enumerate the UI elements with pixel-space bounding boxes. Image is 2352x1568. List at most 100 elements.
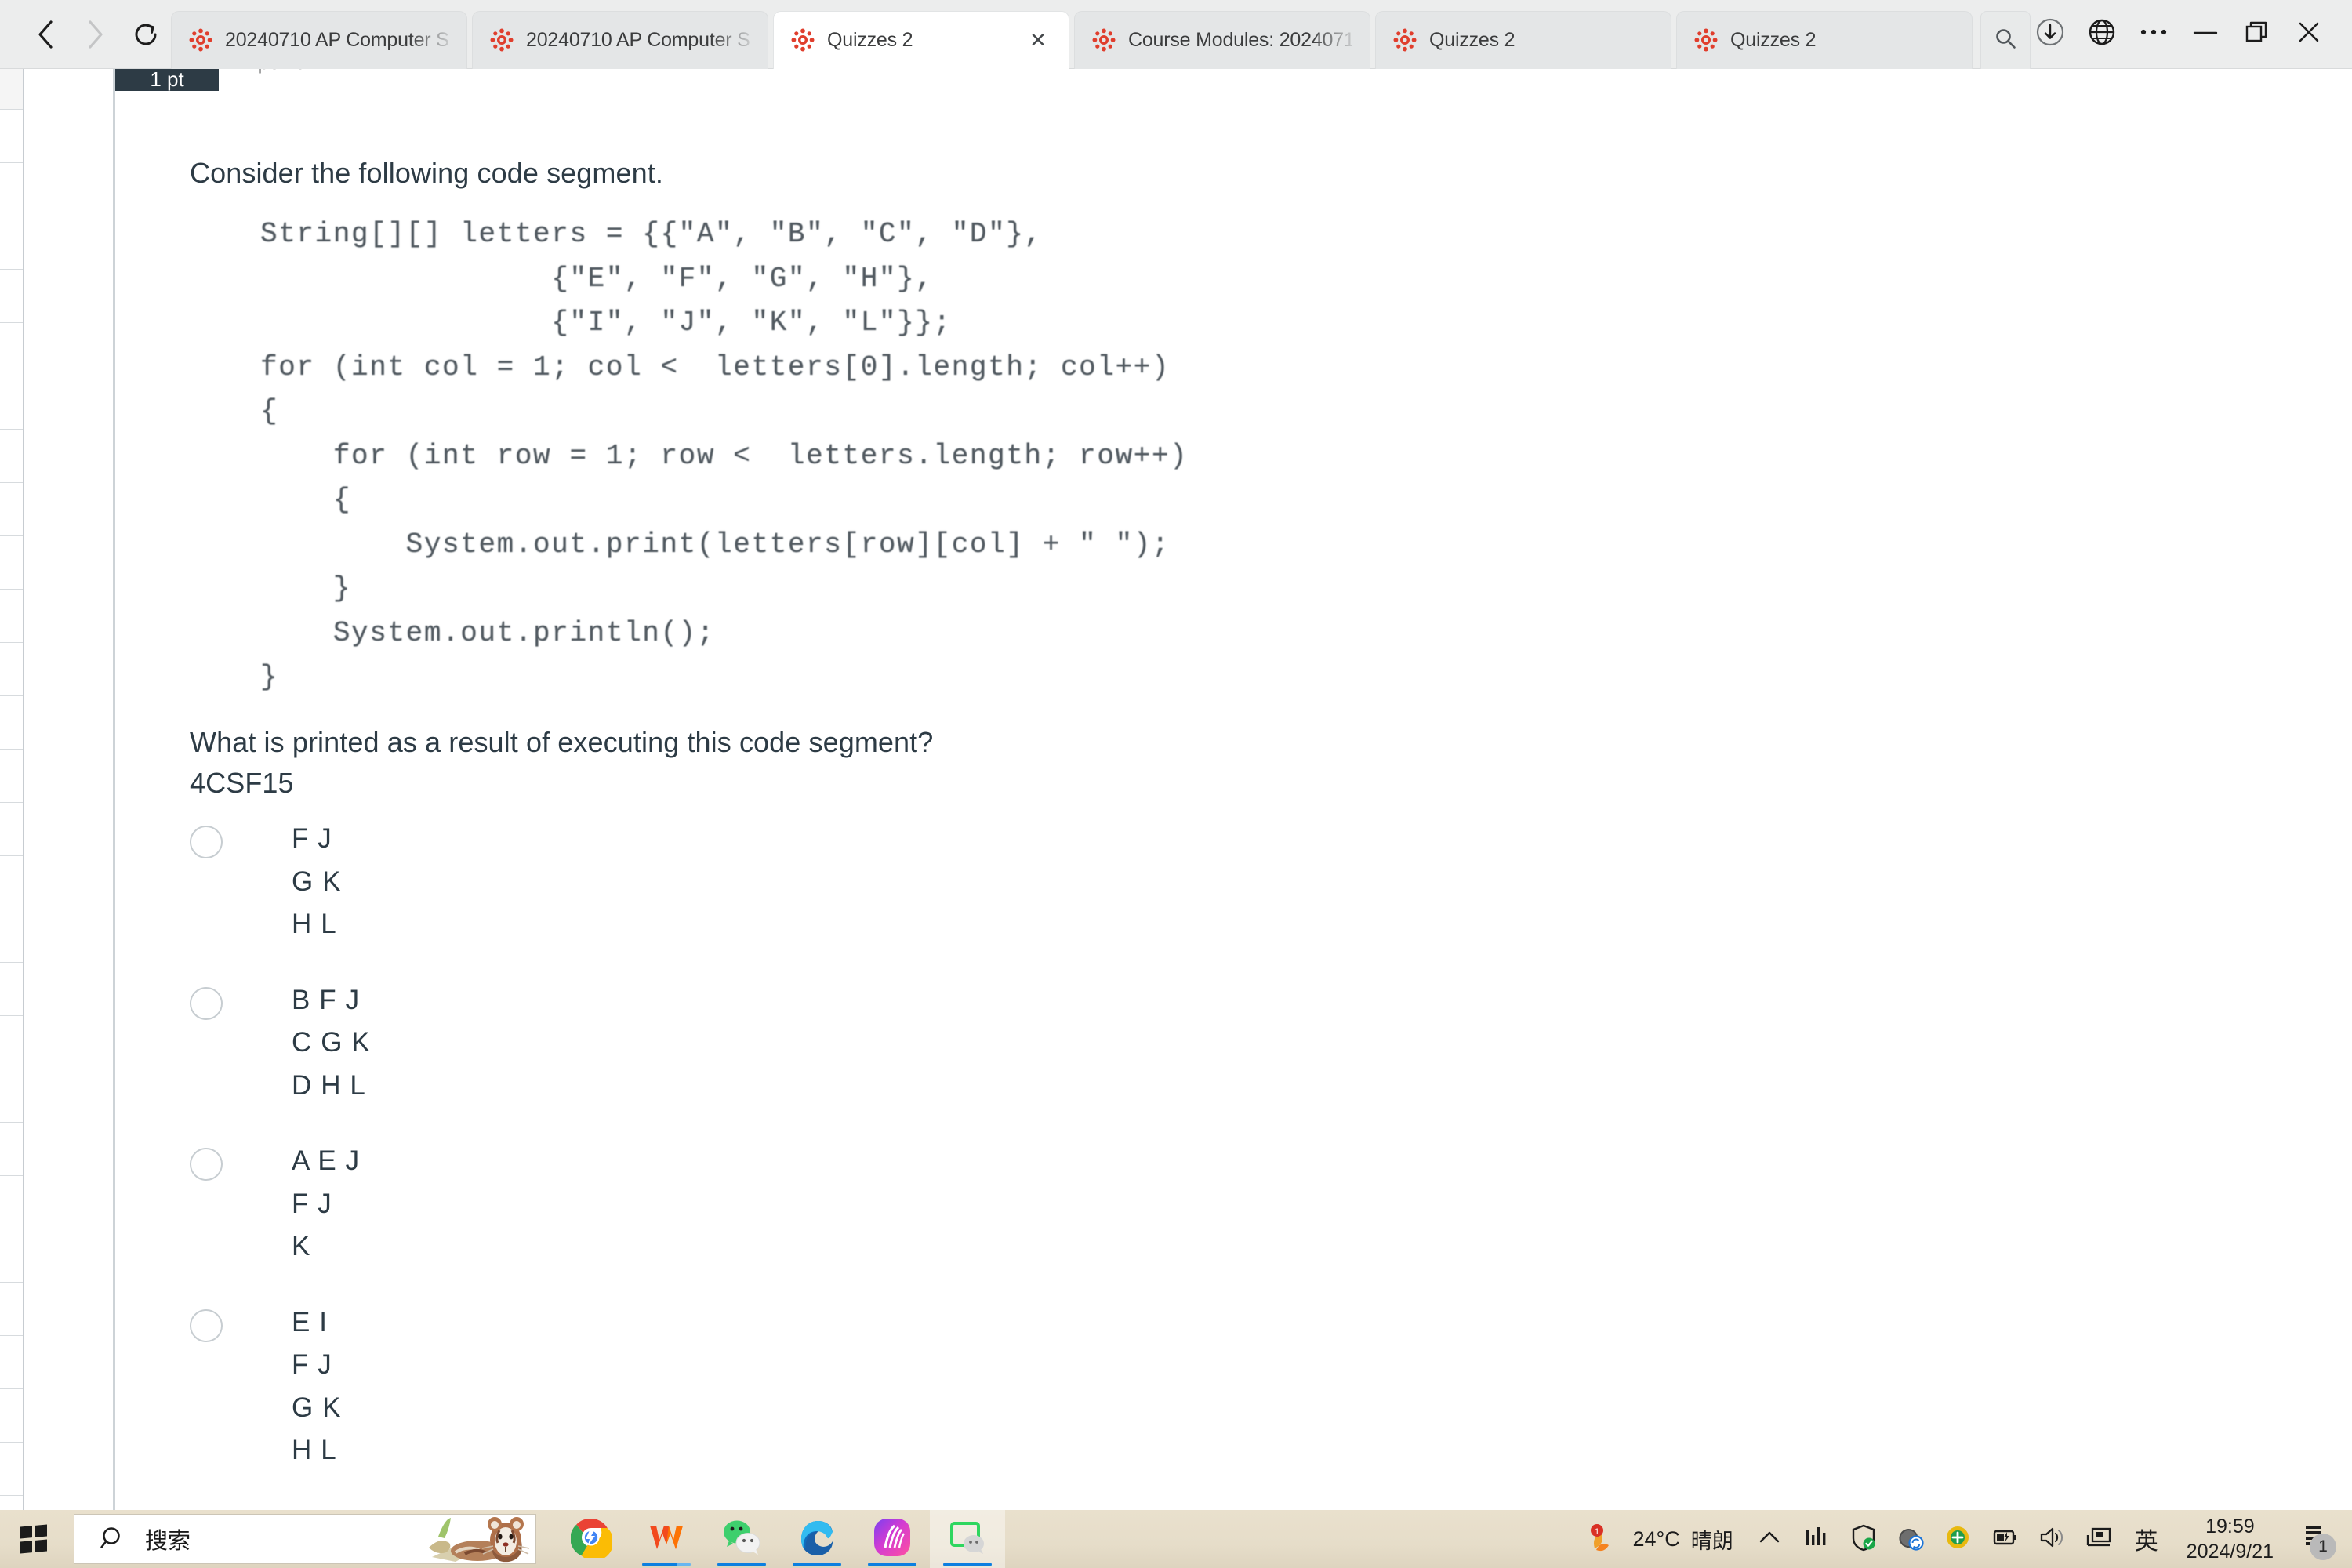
app-running-indicator	[717, 1563, 766, 1566]
quiz-page-viewport: 1 pt 1 point Consider the following code…	[0, 69, 2352, 1510]
plus-circle-icon	[1944, 1523, 1972, 1555]
rail-row[interactable]	[0, 1069, 23, 1123]
tray-battery-button[interactable]	[1981, 1510, 2028, 1568]
more-options-button[interactable]	[2128, 9, 2180, 60]
answer-option-b[interactable]: B F J C G K D H L	[190, 979, 2071, 1108]
app-running-indicator	[793, 1563, 841, 1566]
taskbar-app-buttons	[554, 1510, 1005, 1568]
rail-row[interactable]	[0, 1123, 23, 1176]
canvas-favicon-icon	[189, 28, 212, 52]
rail-row[interactable]	[0, 536, 23, 590]
radio-button[interactable]	[190, 986, 223, 1020]
windows-start-icon	[20, 1524, 47, 1554]
close-window-button[interactable]	[2283, 9, 2335, 60]
left-rail-list[interactable]	[0, 69, 24, 1510]
start-button[interactable]	[0, 1510, 67, 1568]
answer-option-label: B F J C G K D H L	[292, 984, 371, 1101]
taskbar-app-edge[interactable]	[779, 1510, 855, 1568]
display-icon	[2085, 1525, 2113, 1554]
security-shield-icon	[1849, 1523, 1878, 1555]
tray-expand-button[interactable]	[1746, 1510, 1793, 1568]
rail-row[interactable]	[0, 430, 23, 483]
tray-volume-button[interactable]	[2028, 1510, 2075, 1568]
rail-row[interactable]	[0, 1443, 23, 1496]
taskbar-app-wechat[interactable]	[704, 1510, 779, 1568]
points-badge: 1 pt	[115, 69, 219, 91]
browser-tab-5[interactable]: Quizzes 2	[1375, 10, 1671, 69]
rail-row[interactable]	[0, 909, 23, 963]
notification-badge-count: 1	[2310, 1534, 2336, 1560]
rail-row[interactable]	[0, 750, 23, 803]
taskbar-app-wps-office[interactable]	[629, 1510, 704, 1568]
question-points-header: 1 pt 1 point	[115, 69, 2352, 91]
system-tray: 1 24°C 晴朗 英 19:59 2024/9/21 1	[1574, 1510, 2352, 1568]
answer-option-c[interactable]: A E J F J K	[190, 1140, 2071, 1269]
weather-widget[interactable]: 1 24°C 晴朗	[1574, 1510, 1745, 1568]
tab-title: Quizzes 2	[827, 28, 913, 51]
tray-network-button[interactable]	[1793, 1510, 1840, 1568]
rail-row[interactable]	[0, 1283, 23, 1336]
tray-plus-button[interactable]	[1934, 1510, 1981, 1568]
rail-row[interactable]	[0, 696, 23, 750]
taskbar-app-chrome[interactable]	[554, 1510, 629, 1568]
radio-button[interactable]	[190, 826, 223, 858]
red-panda-widget-icon[interactable]	[424, 1515, 534, 1563]
weather-badge-count: 1	[1595, 1527, 1599, 1537]
radio-button[interactable]	[190, 1308, 223, 1342]
rail-row[interactable]	[0, 216, 23, 270]
forward-button[interactable]	[71, 9, 121, 60]
translate-button[interactable]	[2076, 9, 2128, 60]
weather-sun-icon: 1	[1587, 1522, 1621, 1556]
rail-row[interactable]	[0, 643, 23, 696]
navigation-buttons	[0, 9, 171, 60]
rail-row[interactable]	[0, 590, 23, 643]
radio-button[interactable]	[190, 1148, 223, 1181]
rail-row[interactable]	[0, 110, 23, 163]
rail-row[interactable]	[0, 270, 23, 323]
canvas-favicon-icon	[1393, 28, 1417, 52]
rail-row[interactable]	[0, 803, 23, 856]
rail-row[interactable]	[0, 69, 23, 110]
ime-language-button[interactable]: 英	[2122, 1522, 2171, 1556]
rail-row[interactable]	[0, 483, 23, 536]
browser-tab-3-active[interactable]: Quizzes 2 ✕	[773, 10, 1069, 69]
restore-button[interactable]	[2231, 9, 2283, 60]
clock-time: 19:59	[2205, 1515, 2255, 1537]
answer-option-d[interactable]: E I F J G K H L	[190, 1301, 2071, 1472]
rail-row[interactable]	[0, 1336, 23, 1389]
rail-row[interactable]	[0, 376, 23, 430]
taskbar-clock[interactable]: 19:59 2024/9/21	[2171, 1514, 2289, 1564]
close-tab-icon[interactable]: ✕	[1025, 27, 1051, 53]
taskbar-app-pink[interactable]	[855, 1510, 930, 1568]
rail-row[interactable]	[0, 1229, 23, 1283]
rail-row[interactable]	[0, 323, 23, 376]
browser-tab-4[interactable]: Course Modules: 2024071	[1074, 10, 1370, 69]
wechat-desktop-icon	[947, 1517, 988, 1562]
taskbar-app-wechat-desktop[interactable]	[930, 1510, 1005, 1568]
download-button[interactable]	[2024, 9, 2076, 60]
answer-option-label: F J G K H L	[292, 823, 342, 939]
tray-display-button[interactable]	[2075, 1510, 2122, 1568]
windows-taskbar: 搜索 1 24°C 晴朗 英 19:59 2024/9/21 1	[0, 1510, 2352, 1568]
browser-tab-1[interactable]: 20240710 AP Computer S	[171, 10, 467, 69]
reload-button[interactable]	[121, 9, 171, 60]
tray-sync-button[interactable]	[1887, 1510, 1934, 1568]
notification-center-button[interactable]: 1	[2289, 1510, 2341, 1568]
back-button[interactable]	[20, 9, 71, 60]
rail-row[interactable]	[0, 163, 23, 216]
minimize-button[interactable]	[2180, 9, 2231, 60]
wechat-icon	[721, 1517, 762, 1562]
browser-tab-2[interactable]: 20240710 AP Computer S	[472, 10, 768, 69]
network-bars-icon	[1803, 1524, 1830, 1555]
rail-row[interactable]	[0, 1016, 23, 1069]
rail-row[interactable]	[0, 1389, 23, 1443]
browser-tab-6[interactable]: Quizzes 2	[1676, 10, 1973, 69]
rail-row[interactable]	[0, 1176, 23, 1229]
pink-app-icon	[873, 1518, 912, 1561]
back-arrow-icon	[35, 19, 56, 50]
rail-row[interactable]	[0, 963, 23, 1016]
rail-row[interactable]	[0, 856, 23, 909]
tray-security-button[interactable]	[1840, 1510, 1887, 1568]
taskbar-search-box[interactable]: 搜索	[74, 1514, 536, 1564]
answer-option-a[interactable]: F J G K H L	[190, 818, 2071, 946]
